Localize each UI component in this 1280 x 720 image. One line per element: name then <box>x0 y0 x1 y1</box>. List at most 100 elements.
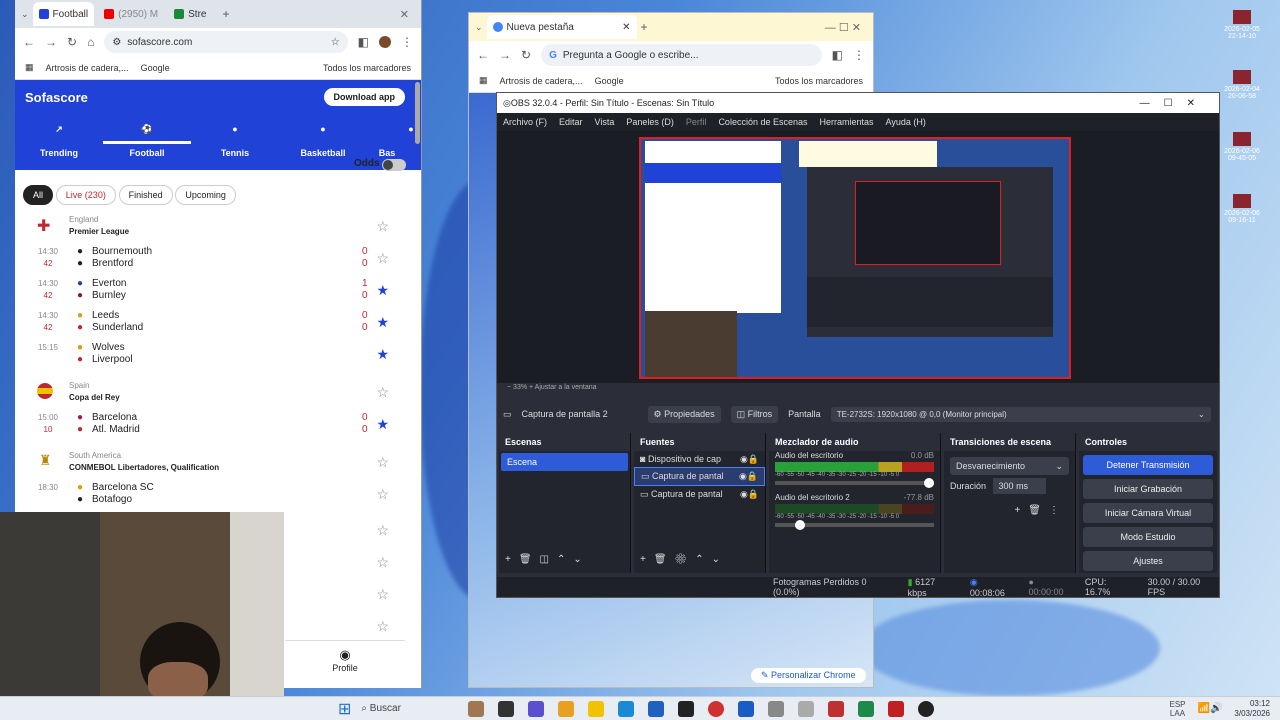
favorite-star-icon[interactable]: ☆ <box>376 486 389 503</box>
start-icon[interactable]: ⊞ <box>338 699 351 719</box>
tab-youtube[interactable]: (2950) M <box>98 2 164 26</box>
bookmark-item[interactable]: Artrosis de cadera,... <box>46 63 129 73</box>
match-row[interactable]: 14:30 42 ● ● Leeds Sunderland 0 0 ★ <box>15 310 407 336</box>
nav-trending[interactable]: ↗ Trending <box>15 116 103 158</box>
zoom-in-icon[interactable]: + <box>527 384 535 391</box>
extensions-icon[interactable]: ◧ <box>832 48 843 62</box>
nav-football[interactable]: ⚽ Football <box>103 116 191 158</box>
snipping-icon[interactable] <box>798 700 815 717</box>
new-tab-icon[interactable]: + <box>641 20 648 34</box>
desktop-file-icon[interactable]: 2026-02-06 09-16-11 <box>1222 194 1262 254</box>
file-explorer-icon[interactable] <box>588 700 605 717</box>
scrollbar[interactable] <box>415 82 420 144</box>
favorite-star-icon[interactable]: ☆ <box>376 586 389 603</box>
favorite-star-icon[interactable]: ★ <box>376 346 389 363</box>
nav-tennis[interactable]: ● Tennis <box>191 116 279 158</box>
tab-stream[interactable]: Stre <box>168 2 212 26</box>
teams-icon[interactable] <box>528 700 545 717</box>
download-app-button[interactable]: Download app <box>323 88 405 106</box>
reload-icon[interactable]: ↻ <box>521 48 531 62</box>
source-item[interactable]: ◙ Dispositivo de cap ◉🔒 <box>634 451 765 467</box>
tab-new[interactable]: Nueva pestaña ✕ <box>486 15 637 39</box>
bookmark-item[interactable]: Todos los marcadores <box>323 63 411 73</box>
reload-icon[interactable]: ↻ <box>67 35 77 49</box>
screen-select[interactable]: TE-2732S: 1920x1080 @ 0,0 (Monitor princ… <box>830 406 1211 422</box>
home-icon[interactable]: ⌂ <box>87 35 94 49</box>
next-date-icon[interactable]: › <box>127 158 130 169</box>
start-virtual-camera-button[interactable]: Iniciar Cámara Virtual <box>1083 503 1213 523</box>
tab-search-icon[interactable]: ⌄ <box>21 9 29 20</box>
copilot-icon[interactable] <box>558 700 575 717</box>
language-indicator[interactable]: ESP LAA <box>1169 700 1185 718</box>
favorite-star-icon[interactable]: ☆ <box>376 522 389 539</box>
back-icon[interactable]: ← <box>23 35 35 49</box>
tab-search-icon[interactable]: ⌄ <box>475 22 483 33</box>
league-header[interactable]: ♜ South America CONMEBOL Libertadores, Q… <box>15 450 407 474</box>
league-header[interactable]: Spain Copa del Rey ☆ <box>15 380 407 404</box>
match-row[interactable]: 14:30 42 ● ● Everton Burnley 1 0 ★ <box>15 278 407 304</box>
taskbar-search[interactable]: ⌕ Buscar <box>361 703 461 714</box>
apps-icon[interactable]: ▦ <box>479 75 488 86</box>
nav-basketball[interactable]: ● Basketball <box>279 116 367 158</box>
volume-slider[interactable] <box>775 520 934 530</box>
desktop-file-icon[interactable]: 2026-02-05 22-14-10 <box>1222 10 1262 66</box>
excel-icon[interactable] <box>858 700 875 717</box>
favorite-star-icon[interactable]: ☆ <box>376 218 389 235</box>
nav-more[interactable]: ● Bas <box>367 116 414 158</box>
volume-slider[interactable] <box>775 478 934 488</box>
menu-edit[interactable]: Editar <box>559 117 583 127</box>
obs-icon[interactable] <box>918 700 935 717</box>
start-recording-button[interactable]: Iniciar Grabación <box>1083 479 1213 499</box>
forward-icon[interactable]: → <box>45 35 57 49</box>
text-app-icon[interactable] <box>888 700 905 717</box>
menu-help[interactable]: Ayuda (H) <box>886 117 926 127</box>
match-row[interactable]: 18:30 ● ● Barcelona SC Botafogo ☆ <box>15 482 407 508</box>
edge-icon[interactable] <box>618 700 635 717</box>
bookmark-item[interactable]: Artrosis de cadera,... <box>500 76 583 86</box>
widget-icon[interactable] <box>468 700 485 717</box>
menu-profile[interactable]: Perfil <box>686 117 707 127</box>
league-header[interactable]: ✚ England Premier League ☆ <box>15 214 407 238</box>
favorite-star-icon[interactable]: ☆ <box>376 454 389 471</box>
scene-controls[interactable]: +🗑◫⌃⌄ <box>505 554 590 565</box>
scene-item[interactable]: Escena <box>501 453 628 471</box>
profile-tab[interactable]: ◉ Profile <box>285 640 405 688</box>
properties-button[interactable]: ⚙ Propiedades <box>647 405 721 423</box>
bookmark-star-icon[interactable]: ☆ <box>331 37 340 48</box>
back-icon[interactable]: ← <box>477 48 489 62</box>
menu-docks[interactable]: Paneles (D) <box>626 117 674 127</box>
duration-input[interactable]: 300 ms <box>992 478 1047 494</box>
match-row[interactable]: 15:00 10 ● ● Barcelona Atl. Madrid 0 0 ★ <box>15 412 407 438</box>
transition-select[interactable]: Desvanecimiento ⌄ <box>950 457 1069 475</box>
filter-finished[interactable]: Finished <box>118 185 173 205</box>
tray-icons[interactable]: 📶🔊 <box>1198 703 1223 714</box>
favorite-star-icon[interactable]: ☆ <box>376 618 389 635</box>
odds-toggle[interactable] <box>382 159 406 171</box>
bookmark-item[interactable]: Google <box>141 63 170 73</box>
source-item-selected[interactable]: ▭ Captura de pantal ◉🔒 <box>634 467 765 486</box>
close-window-icon[interactable]: ✕ <box>400 8 409 21</box>
forward-icon[interactable]: → <box>499 48 511 62</box>
filters-button[interactable]: ◫ Filtros <box>730 405 779 423</box>
bookmark-item[interactable]: Google <box>595 76 624 86</box>
address-bar[interactable]: G Pregunta a Google o escribe... <box>541 44 822 66</box>
customize-chrome-button[interactable]: ✎ Personalizar Chrome <box>751 668 866 683</box>
word-icon[interactable] <box>738 700 755 717</box>
preview-canvas[interactable] <box>639 137 1071 379</box>
filter-live[interactable]: Live (230) <box>55 185 116 205</box>
acrobat-icon[interactable] <box>828 700 845 717</box>
window-controls[interactable]: —☐✕ <box>1140 98 1209 109</box>
avatar[interactable] <box>379 36 391 48</box>
clock[interactable]: 03:12 3/03/2026 <box>1234 699 1270 719</box>
chrome-icon[interactable] <box>708 700 725 717</box>
favorite-star-icon[interactable]: ★ <box>376 416 389 433</box>
source-item[interactable]: ▭ Captura de pantal ◉🔒 <box>634 486 765 503</box>
tab-football[interactable]: Football <box>32 2 95 26</box>
menu-icon[interactable]: ⋮ <box>401 35 413 49</box>
match-row[interactable]: 15:15 ● ● Wolves Liverpool ★ <box>15 342 407 368</box>
menu-view[interactable]: Vista <box>595 117 615 127</box>
extensions-icon[interactable]: ◧ <box>358 35 369 49</box>
menu-icon[interactable]: ⋮ <box>853 48 865 62</box>
store-icon[interactable] <box>648 700 665 717</box>
favorite-star-icon[interactable]: ☆ <box>376 384 389 401</box>
